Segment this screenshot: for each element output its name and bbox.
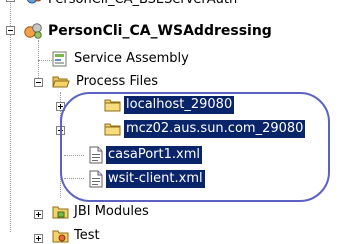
collapse-toggle[interactable] [6,26,15,35]
tree-item-label: casaPort1.xml [106,146,202,164]
service-assembly-icon [52,51,70,67]
xml-file-icon [88,170,106,188]
tree-item-label: Process Files [76,74,158,89]
jbi-modules-icon [52,204,70,220]
tree-guide-line [38,40,39,82]
project-icon [26,0,44,6]
expand-toggle[interactable] [6,0,15,2]
tree-item-label: PersonCli_CA_BSEServerAuth [46,0,239,9]
tree-item-label: localhost_29080 [124,96,235,114]
tree-item-label: wsit-client.xml [106,170,205,188]
test-folder-icon [52,228,70,244]
tree-item-label: mcz02.aus.sun.com_29080 [124,120,306,138]
folder-icon [104,121,122,137]
tree-guide-line [64,178,84,179]
collapse-toggle[interactable] [34,78,43,87]
expand-toggle[interactable] [34,234,43,243]
project-tree: PersonCli_CA_BSEServerAuth PersonCli_CA_… [0,0,344,244]
expand-toggle[interactable] [56,126,65,135]
tree-item-label: PersonCli_CA_WSAddressing [48,23,272,39]
expand-toggle[interactable] [56,102,65,111]
tree-item-label: JBI Modules [74,204,149,219]
xml-file-icon [88,146,106,164]
project-icon [24,22,42,39]
tree-item-label: Service Assembly [74,51,189,66]
folder-icon [104,97,122,113]
expand-toggle[interactable] [34,210,43,219]
open-folder-icon [52,74,70,90]
tree-item-label: Test [74,228,100,243]
tree-guide-line [64,155,84,156]
tree-guide-line [38,60,52,61]
